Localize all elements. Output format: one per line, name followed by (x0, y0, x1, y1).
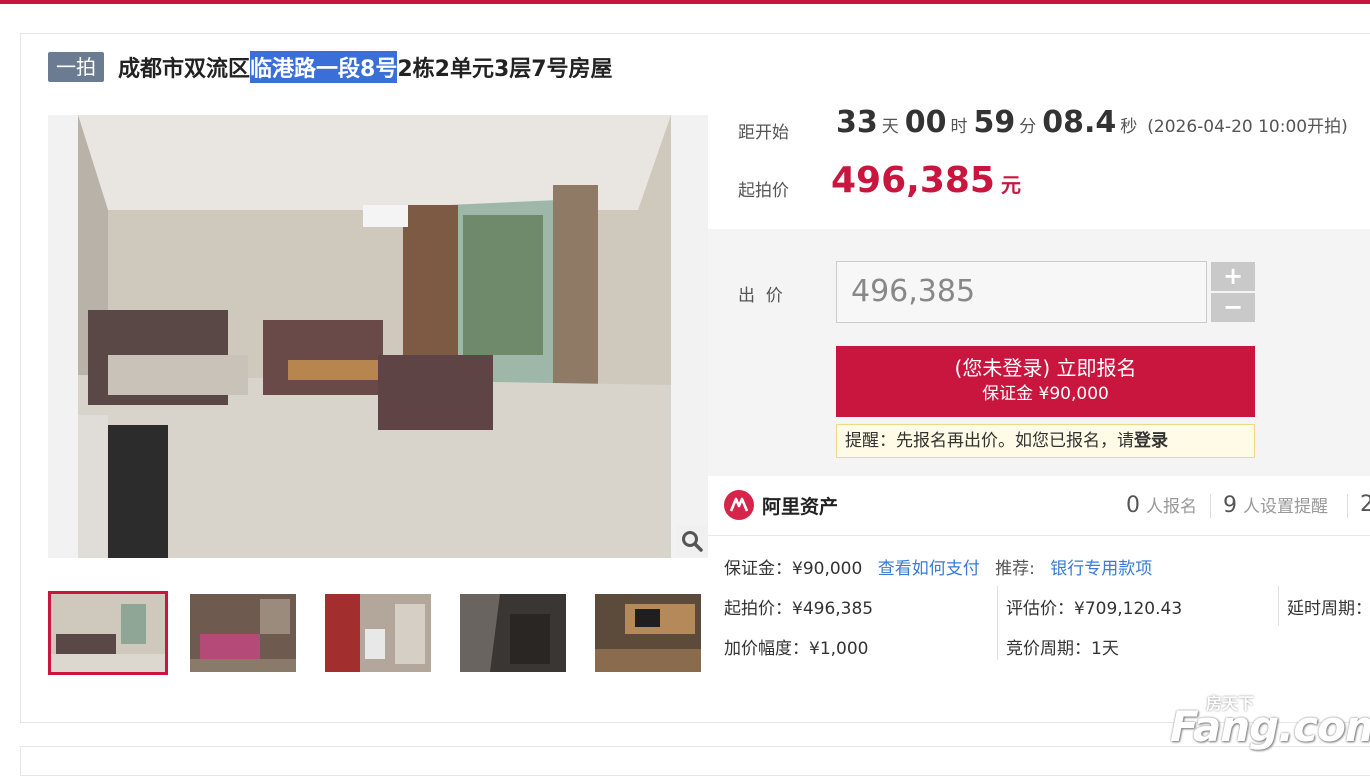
countdown-days-unit: 天 (881, 117, 899, 137)
signup-button-label: (您未登录) 立即报名 (954, 356, 1137, 380)
main-photo[interactable] (48, 115, 708, 558)
provider-name[interactable]: 阿里资产 (762, 492, 838, 519)
detail-start-price: 起拍价：¥496,385 (724, 599, 874, 619)
thumbnail-2[interactable] (190, 594, 296, 672)
bid-label: 出 价 (738, 286, 783, 306)
increase-bid-button[interactable]: + (1211, 262, 1255, 291)
thumbnail-3[interactable] (325, 594, 431, 672)
countdown-label: 距开始 (738, 123, 789, 143)
countdown-minutes-unit: 分 (1019, 117, 1037, 137)
reminder-count-label: 人设置提醒 (1243, 497, 1328, 517)
thumbnail-image (595, 594, 701, 672)
countdown-seconds-unit: 秒 (1120, 117, 1138, 137)
thumbnail-image (51, 594, 165, 672)
countdown: 33 天 00 时 59 分 08.4 秒 (2026-04-20 10:00开拍) (836, 105, 1348, 140)
column-divider (1278, 586, 1279, 626)
start-time-note: (2026-04-20 10:00开拍) (1147, 117, 1348, 137)
title-row: 一拍 成都市双流区 临港路一段8号 2栋2单元3层7号房屋 (48, 50, 613, 84)
reminder-text: 提醒：先报名再出价。如您已报名，请 (845, 431, 1134, 451)
ali-logo-mark (729, 497, 749, 512)
reminder-count-value: 9 (1223, 493, 1237, 518)
bank-payment-link[interactable]: 银行专用款项 (1050, 559, 1152, 579)
zoom-button[interactable] (676, 525, 708, 557)
deposit-row: 保证金：¥90,000 查看如何支付 推荐: 银行专用款项 (724, 554, 1152, 579)
decrease-bid-button[interactable]: − (1211, 293, 1255, 322)
detail-appraisal: 评估价：¥709,120.43 (1006, 599, 1183, 619)
how-to-pay-link[interactable]: 查看如何支付 (878, 559, 980, 579)
countdown-seconds: 08.4 (1042, 105, 1117, 140)
provider-row: 阿里资产 0 人报名 9 人设置提醒 2 (724, 490, 1370, 522)
starting-price: 496,385 元 (831, 160, 1021, 201)
title-part-city: 成都市双流区 (118, 57, 251, 82)
login-link[interactable]: 登录 (1134, 431, 1168, 451)
detail-increment: 加价幅度：¥1,000 (724, 639, 869, 659)
starting-price-value: 496,385 (831, 160, 995, 201)
page-title: 成都市双流区 临港路一段8号 2栋2单元3层7号房屋 (118, 51, 613, 83)
bid-amount-input[interactable]: 496,385 (836, 261, 1207, 323)
countdown-hours-unit: 时 (950, 117, 968, 137)
fang-watermark: 房天下 Fang.com (1170, 690, 1370, 754)
starting-price-label: 起拍价 (738, 181, 789, 201)
countdown-minutes: 59 (973, 105, 1016, 140)
third-count: 2 (1360, 492, 1370, 517)
starting-price-unit: 元 (1000, 173, 1021, 197)
reminder-box: 提醒：先报名再出价。如您已报名，请登录 (836, 424, 1255, 458)
detail-delay: 延时周期： (1287, 599, 1370, 619)
signup-button[interactable]: (您未登录) 立即报名 保证金 ¥90,000 (836, 346, 1255, 417)
title-part-selected: 临港路一段8号 (250, 51, 398, 83)
thumbnail-4[interactable] (460, 594, 566, 672)
signup-count: 0 人报名 (1126, 492, 1197, 518)
thumbnail-image (460, 594, 566, 672)
watermark-brand: Fang.com (1170, 702, 1370, 751)
next-section-card (20, 746, 1370, 776)
signup-count-label: 人报名 (1146, 497, 1197, 517)
auction-round-tag: 一拍 (48, 52, 104, 82)
stat-divider (1210, 494, 1211, 518)
ali-assets-logo-icon (724, 490, 754, 520)
third-count-value: 2 (1360, 492, 1370, 517)
thumbnail-5[interactable] (595, 594, 701, 672)
countdown-days: 33 (836, 105, 878, 140)
stat-divider (1347, 494, 1348, 518)
detail-bid-period: 竞价周期：1天 (1006, 639, 1119, 659)
section-divider (708, 535, 1370, 536)
countdown-hours: 00 (904, 105, 947, 140)
signup-deposit-label: 保证金 ¥90,000 (982, 384, 1109, 404)
thumbnail-strip (48, 591, 708, 675)
thumbnail-image (325, 594, 431, 672)
thumbnail-image (190, 594, 296, 672)
recommend-label: 推荐: (995, 559, 1035, 579)
thumbnail-1[interactable] (48, 591, 168, 675)
room-photo-image (48, 115, 708, 558)
top-accent-bar (0, 0, 1370, 4)
title-part-unit: 2栋2单元3层7号房屋 (397, 57, 613, 82)
reminder-count: 9 人设置提醒 (1223, 492, 1328, 518)
deposit-text: 保证金：¥90,000 (724, 559, 863, 579)
magnifier-icon (682, 531, 703, 552)
column-divider (997, 586, 998, 660)
signup-count-value: 0 (1126, 493, 1140, 518)
